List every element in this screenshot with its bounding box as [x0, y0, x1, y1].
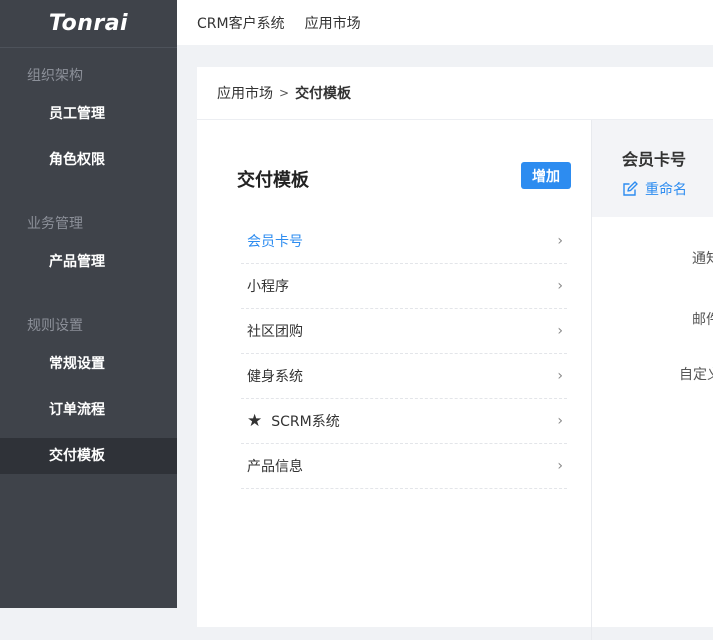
- top-nav: CRM客户系统 应用市场: [177, 0, 713, 45]
- logo-text: Tonrai: [48, 11, 129, 36]
- detail-title: 会员卡号: [622, 150, 687, 169]
- chevron-right-icon: ›: [557, 323, 563, 339]
- field-label: 邮件: [692, 312, 713, 328]
- list-item[interactable]: 会员卡号 ›: [241, 219, 567, 264]
- nav-group-title: 规则设置: [27, 318, 83, 334]
- list-item[interactable]: ★ SCRM系统 ›: [241, 399, 567, 444]
- rename-button[interactable]: 重命名: [622, 179, 713, 199]
- list-item-label: 产品信息: [247, 459, 303, 475]
- chevron-right-icon: ›: [557, 278, 563, 294]
- chevron-right-icon: ›: [557, 413, 563, 429]
- list-item[interactable]: 社区团购 ›: [241, 309, 567, 354]
- nav-group-title: 组织架构: [27, 68, 83, 84]
- list-item[interactable]: 健身系统 ›: [241, 354, 567, 399]
- content-card: 应用市场 > 交付模板 交付模板 增加 会员卡号 › 小程序 › 社区团购 › …: [197, 67, 713, 640]
- list-item-label: 社区团购: [247, 324, 303, 340]
- sidebar: Tonrai 组织架构 员工管理 角色权限 业务管理 产品管理 规则设置 常规设…: [0, 0, 177, 608]
- template-list-panel: 交付模板 增加 会员卡号 › 小程序 › 社区团购 › 健身系统 › ★ SCR…: [197, 120, 592, 640]
- rename-label: 重命名: [645, 182, 687, 198]
- chevron-right-icon: ›: [557, 458, 563, 474]
- add-button[interactable]: 增加: [521, 162, 571, 189]
- list-item-label: 小程序: [247, 279, 289, 295]
- top-link-crm[interactable]: CRM客户系统: [197, 13, 285, 33]
- list-item-label: SCRM系统: [271, 414, 340, 430]
- detail-header: 会员卡号 重命名: [592, 120, 713, 217]
- field-label: 通知: [692, 251, 713, 267]
- sidebar-item-delivery-templates[interactable]: 交付模板: [0, 438, 177, 474]
- list-item-label: 健身系统: [247, 369, 303, 385]
- sidebar-item-employees[interactable]: 员工管理: [0, 96, 177, 132]
- breadcrumb: 应用市场 > 交付模板: [197, 67, 713, 120]
- breadcrumb-link[interactable]: 应用市场: [217, 83, 273, 103]
- star-icon: ★: [247, 410, 263, 431]
- list-item[interactable]: 小程序 ›: [241, 264, 567, 309]
- list-item-label: 会员卡号: [247, 234, 303, 250]
- breadcrumb-separator-icon: >: [279, 86, 290, 100]
- chevron-right-icon: ›: [557, 233, 563, 249]
- sidebar-item-roles[interactable]: 角色权限: [0, 142, 177, 178]
- chevron-right-icon: ›: [557, 368, 563, 384]
- top-link-app-market[interactable]: 应用市场: [305, 13, 361, 33]
- sidebar-item-products[interactable]: 产品管理: [0, 244, 177, 280]
- template-list: 会员卡号 › 小程序 › 社区团购 › 健身系统 › ★ SCRM系统 › 产品…: [241, 219, 567, 489]
- breadcrumb-current: 交付模板: [295, 86, 352, 102]
- sidebar-item-general-settings[interactable]: 常规设置: [0, 346, 177, 382]
- sidebar-item-order-flow[interactable]: 订单流程: [0, 392, 177, 428]
- logo[interactable]: Tonrai: [0, 0, 177, 48]
- template-detail-panel: 会员卡号 重命名 通知 邮件 自定义: [592, 120, 713, 640]
- field-label: 自定义: [679, 367, 713, 383]
- edit-icon: [623, 181, 638, 196]
- list-item[interactable]: 产品信息 ›: [241, 444, 567, 489]
- nav-group-title: 业务管理: [27, 216, 83, 232]
- panel-title: 交付模板: [237, 170, 309, 191]
